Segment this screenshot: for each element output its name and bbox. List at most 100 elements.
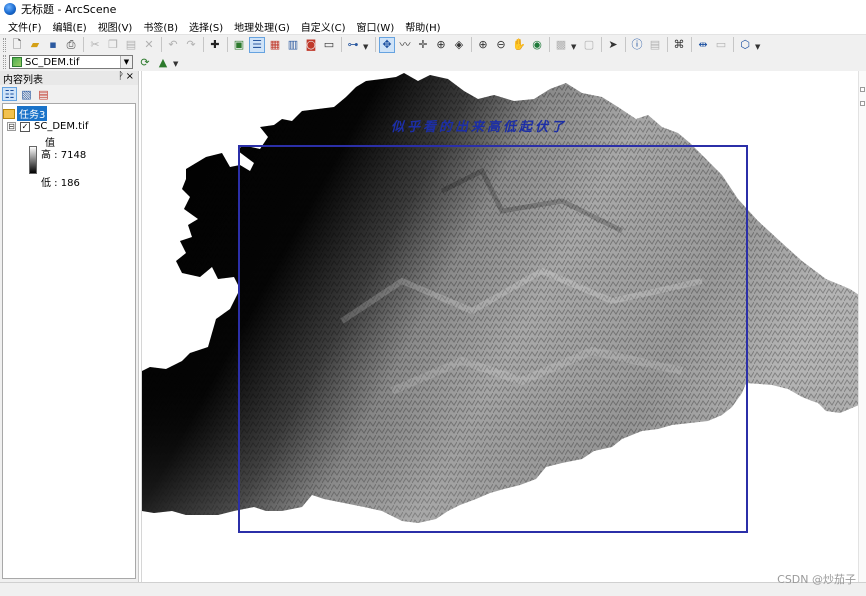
toc-window-icon[interactable]: ☰ (249, 36, 265, 53)
add-data-icon[interactable]: ✚ (207, 37, 223, 53)
fly-tool-icon[interactable]: 〰 (397, 37, 413, 53)
close-icon[interactable]: × (126, 71, 134, 82)
select-elements-arrow-icon[interactable]: ➤ (605, 37, 621, 53)
legend-high-label: 高 : 7148 (41, 150, 87, 161)
toolbar-separator (625, 37, 626, 52)
delete-icon[interactable]: ✕ (141, 37, 157, 53)
dropdown-arrow-icon[interactable]: ▼ (363, 39, 370, 51)
list-by-source-icon[interactable]: ▧ (19, 87, 34, 101)
toolbar-separator (667, 37, 668, 52)
standard-toolbar: 🗋 ▰ ▪ ⎙ ✂ ❐ ▤ ✕ ↶ ↷ ✚ ▣ ☰ ▦ ▥ ◙ ▭ ⊶ ▼ ✥ … (0, 34, 866, 54)
toolbar-separator (691, 37, 692, 52)
menu-bar: 文件(F) 编辑(E) 视图(V) 书签(B) 选择(S) 地理处理(G) 自定… (0, 18, 866, 34)
menu-view[interactable]: 视图(V) (94, 19, 137, 34)
menu-bookmarks[interactable]: 书签(B) (139, 19, 182, 34)
scene-caption[interactable]: 似乎看的出来高低起伏了 (391, 116, 567, 135)
pin-icon[interactable]: ᚹ (118, 71, 124, 82)
cut-icon[interactable]: ✂ (87, 37, 103, 53)
menu-help[interactable]: 帮助(H) (401, 19, 444, 34)
toc-tools: ☷ ▧ ▤ (0, 85, 138, 103)
copy-icon[interactable]: ❐ (105, 37, 121, 53)
undo-icon[interactable]: ↶ (165, 37, 181, 53)
full-extent-globe-icon[interactable]: ◉ (529, 37, 545, 53)
legend-low-label: 低 : 186 (41, 178, 80, 189)
toolbar-grip[interactable] (3, 37, 6, 52)
raster-layer-icon (12, 57, 22, 67)
dem-terrain-render[interactable] (142, 71, 859, 582)
interactive-flyby-icon[interactable]: ⟳ (137, 54, 153, 70)
elevation-color-ramp[interactable] (29, 146, 37, 174)
layer-select[interactable]: SC_DEM.tif ▼ (9, 55, 133, 69)
find-binoculars-icon[interactable]: ⌘ (671, 37, 687, 53)
layer-name[interactable]: SC_DEM.tif (34, 121, 88, 132)
menu-edit[interactable]: 编辑(E) (49, 19, 91, 34)
title-bar: 无标题 - ArcScene (0, 0, 866, 18)
table-of-contents-panel: 内容列表 ᚹ × ☷ ▧ ▤ 任务3 ⊟ ✓ SC_DEM.tif 值 高 : … (0, 71, 139, 582)
time-slider-icon[interactable]: ▭ (713, 37, 729, 53)
layer-toolbar: SC_DEM.tif ▼ ⟳ ▲ ▼ (0, 53, 866, 71)
toolbar-separator (341, 37, 342, 52)
toolbar-separator (203, 37, 204, 52)
toolbar-separator (161, 37, 162, 52)
zoom-out-icon[interactable]: ⊖ (493, 37, 509, 53)
collapse-icon[interactable]: ⊟ (7, 122, 16, 131)
center-on-target-icon[interactable]: ✛ (415, 37, 431, 53)
menu-selection[interactable]: 选择(S) (185, 19, 227, 34)
toolbar-separator (227, 37, 228, 52)
model-builder-icon[interactable]: ⊶ (345, 37, 361, 53)
scene-layer-label[interactable]: 任务3 (17, 106, 48, 121)
toolbar-separator (549, 37, 550, 52)
menu-windows[interactable]: 窗口(W) (353, 19, 399, 34)
toolbar-separator (601, 37, 602, 52)
set-observer-icon[interactable]: ◈ (451, 37, 467, 53)
chevron-down-icon[interactable]: ▼ (120, 56, 132, 68)
dropdown-arrow-icon[interactable]: ▼ (571, 39, 578, 51)
extrude-features-icon[interactable]: ▲ (155, 54, 171, 70)
scene-layer-row[interactable]: 任务3 (3, 106, 48, 121)
scene-view[interactable]: 似乎看的出来高低起伏了 (141, 71, 866, 582)
menu-file[interactable]: 文件(F) (4, 19, 46, 34)
menu-geoprocessing[interactable]: 地理处理(G) (230, 19, 294, 34)
paste-icon[interactable]: ▤ (123, 37, 139, 53)
python-window-icon[interactable]: ▭ (321, 37, 337, 53)
animation-cube-icon[interactable]: ⬡ (737, 37, 753, 53)
html-popup-icon[interactable]: ▤ (647, 37, 663, 53)
dropdown-arrow-icon[interactable]: ▼ (173, 56, 180, 68)
redo-icon[interactable]: ↷ (183, 37, 199, 53)
clear-selection-icon[interactable]: ▢ (581, 37, 597, 53)
dem-layer-row[interactable]: ⊟ ✓ SC_DEM.tif (7, 121, 88, 132)
toc-title: 内容列表 (3, 74, 43, 86)
search-window-icon[interactable]: ◙ (303, 37, 319, 53)
catalog-icon[interactable]: ▥ (285, 37, 301, 53)
toolbar-separator (83, 37, 84, 52)
scroll-marker-icon[interactable] (860, 87, 865, 92)
list-by-visibility-icon[interactable]: ▤ (36, 87, 51, 101)
pan-hand-icon[interactable]: ✋ (511, 37, 527, 53)
new-document-icon[interactable]: 🗋 (9, 37, 25, 53)
zoom-to-target-icon[interactable]: ⊕ (433, 37, 449, 53)
toolbar-separator (471, 37, 472, 52)
toolbar-grip[interactable] (3, 55, 6, 69)
arcscene-globe-icon (4, 3, 16, 15)
print-icon[interactable]: ⎙ (63, 37, 79, 53)
zoom-in-icon[interactable]: ⊕ (475, 37, 491, 53)
scroll-marker-icon[interactable] (860, 101, 865, 106)
identify-icon[interactable]: ⓘ (629, 37, 645, 53)
dropdown-arrow-icon[interactable]: ▼ (755, 39, 762, 51)
view-scrollbar[interactable] (858, 71, 866, 582)
scene-properties-icon[interactable]: ▣ (231, 37, 247, 53)
toc-header: 内容列表 ᚹ × (0, 71, 138, 86)
open-folder-icon[interactable]: ▰ (27, 37, 43, 53)
list-by-drawing-order-icon[interactable]: ☷ (2, 87, 17, 101)
navigate-tool-icon[interactable]: ✥ (379, 36, 395, 53)
arctoolbox-icon[interactable]: ▦ (267, 37, 283, 53)
select-features-icon[interactable]: ▩ (553, 37, 569, 53)
layer-select-value: SC_DEM.tif (25, 56, 80, 68)
watermark: CSDN @炒茄子 (777, 573, 856, 586)
toolbar-separator (375, 37, 376, 52)
save-icon[interactable]: ▪ (45, 37, 61, 53)
measure-icon[interactable]: ⇹ (695, 37, 711, 53)
layer-visibility-checkbox[interactable]: ✓ (20, 121, 30, 132)
status-bar (0, 582, 866, 596)
menu-customize[interactable]: 自定义(C) (297, 19, 350, 34)
